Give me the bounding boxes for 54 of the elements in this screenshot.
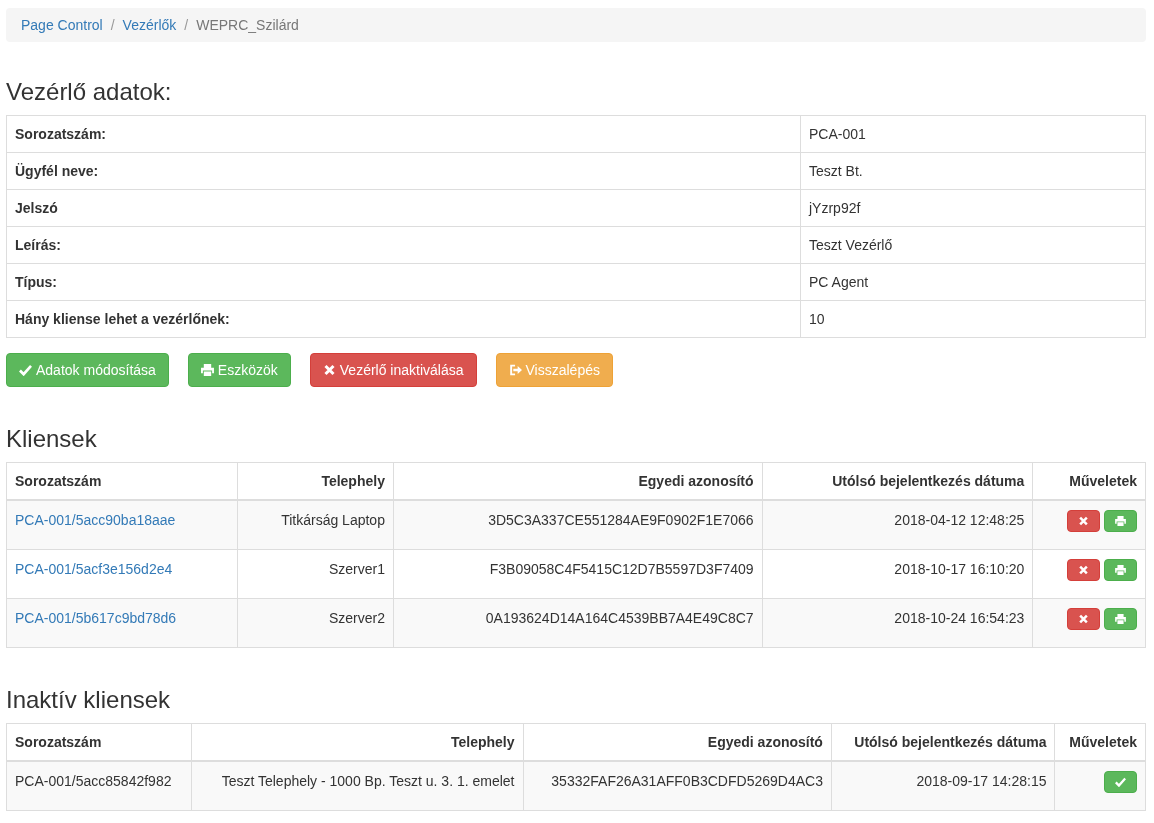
unique-id: 0A193624D14A164C4539BB7A4E49C8C7 [485,610,754,626]
field-label: Sorozatszám: [15,126,107,142]
field-value: PCA-001 [809,126,866,142]
site-name: Titkárság Laptop [281,512,385,528]
field-value: Teszt Bt. [809,163,863,179]
unique-id: F3B09058C4F5415C12D7B5597D3F7409 [489,561,754,577]
field-value: jYzrp92f [809,200,861,216]
action-button[interactable] [1067,608,1100,630]
site-name: Szerver2 [328,610,385,626]
close-icon [1078,516,1089,526]
field-value: 10 [809,311,825,327]
printer-icon [1115,565,1126,575]
serial-number: PCA-001/5acc85842f982 [15,773,172,789]
close-icon [322,364,336,376]
printer-icon [1115,516,1126,526]
breadcrumb-link[interactable]: Vezérlők [122,17,177,33]
action-button[interactable]: Adatok módosítása [6,353,169,387]
last-login-date: 2018-10-24 16:54:23 [894,610,1025,626]
last-login-date: 2018-09-17 14:28:15 [916,773,1047,789]
breadcrumb-link[interactable]: Page Control [21,17,103,33]
unique-id: 3D5C3A337CE551284AE9F0902F1E7066 [488,512,754,528]
field-value: PC Agent [809,274,869,290]
field-value: Teszt Vezérlő [809,237,893,253]
action-button[interactable] [1067,559,1100,581]
section-heading: Kliensek [6,425,98,453]
exit-icon [508,364,522,376]
check-icon [19,364,32,376]
field-label: Leírás: [15,237,61,253]
action-button[interactable] [1104,771,1137,793]
unique-id: 35332FAF26A31AFF0B3CDFD5269D4AC3 [551,773,823,789]
close-icon [1078,614,1089,624]
action-button[interactable] [1104,510,1137,532]
section-heading: Vezérlő adatok: [6,78,173,106]
field-label: Típus: [15,274,57,290]
action-button[interactable] [1104,559,1137,581]
action-button[interactable]: Vezérlő inaktiválása [309,353,477,387]
field-label: Jelszó [15,200,58,216]
printer-icon [1115,614,1126,624]
close-icon [1078,565,1089,575]
section-heading: Inaktív kliensek [6,686,172,714]
check-icon [1115,777,1126,787]
field-label: Ügyfél neve: [15,163,99,179]
breadcrumb-separator: / [183,17,190,33]
last-login-date: 2018-04-12 12:48:25 [894,512,1025,528]
action-button[interactable] [1067,510,1100,532]
site-name: Teszt Telephely - 1000 Bp. Teszt u. 3. 1. emelet [221,773,515,789]
field-label: Hány kliense lehet a vezérlőnek: [15,311,230,327]
action-button[interactable]: Eszközök [187,353,291,387]
breadcrumb-current: WEPRC_Szilárd [196,17,299,33]
action-button[interactable] [1104,608,1137,630]
printer-icon [200,364,214,376]
breadcrumb-separator: / [109,17,116,33]
last-login-date: 2018-10-17 16:10:20 [894,561,1025,577]
site-name: Szerver1 [328,561,385,577]
